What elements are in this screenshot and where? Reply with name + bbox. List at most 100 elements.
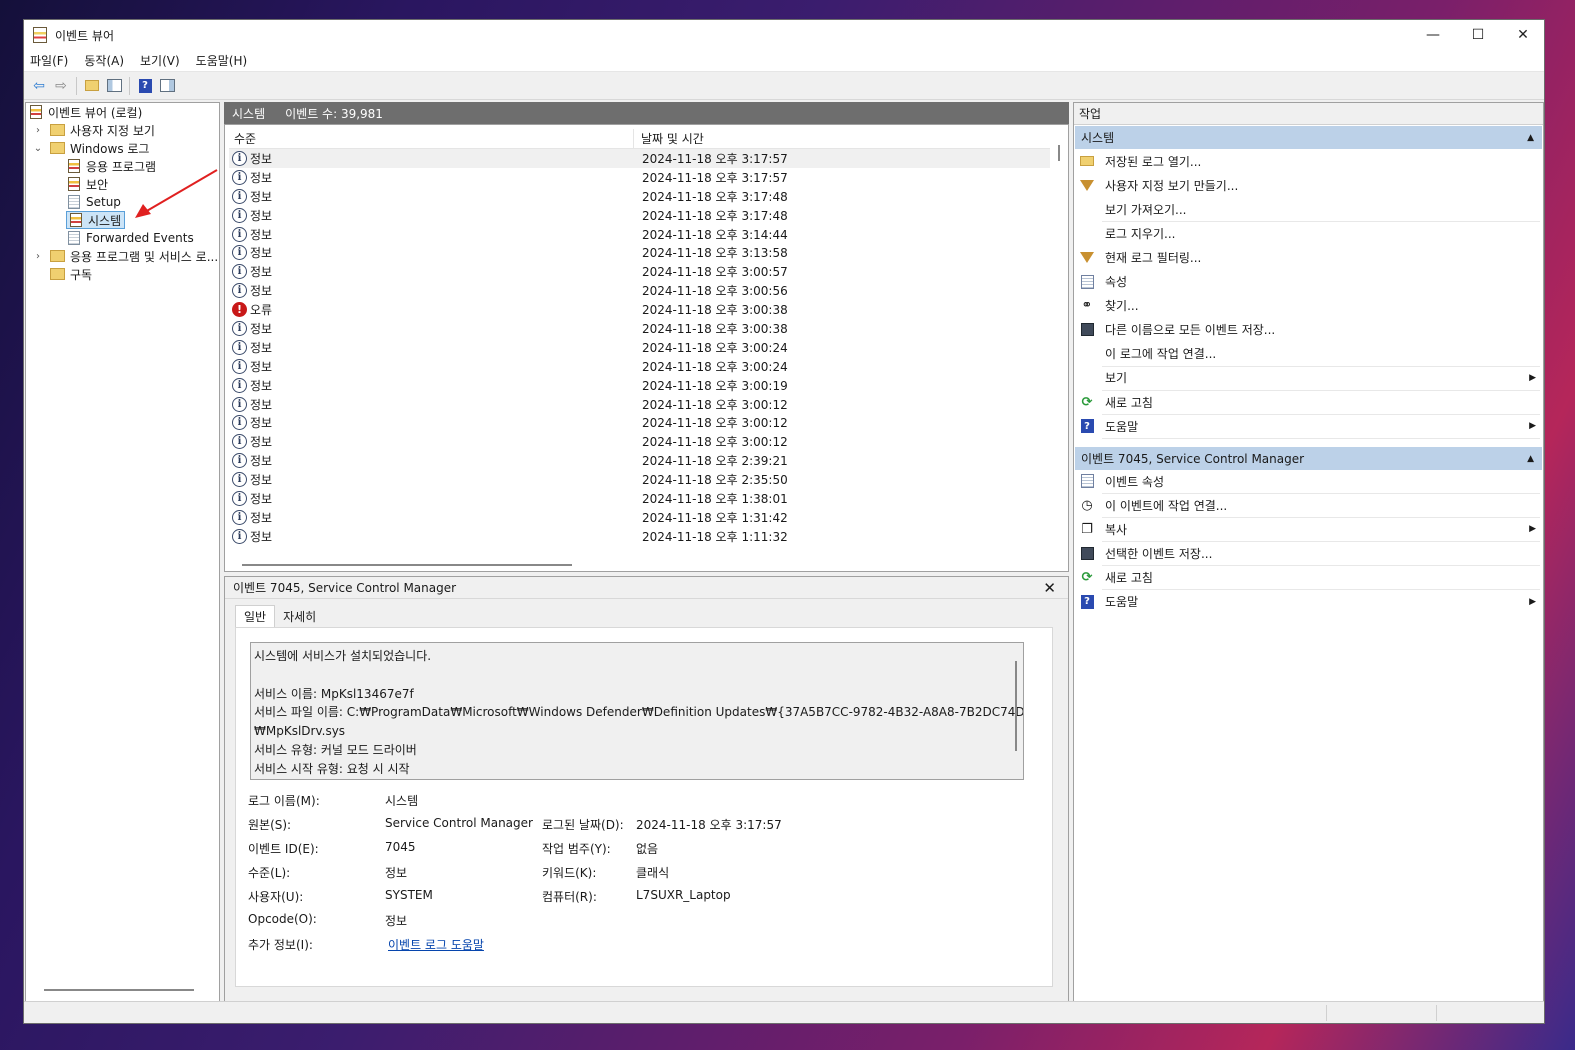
forward-icon[interactable]: ⇨ <box>52 77 70 95</box>
tree-item-system[interactable]: 시스템 <box>66 211 126 229</box>
chevron-down-icon[interactable]: ⌄ <box>32 143 44 154</box>
action-item[interactable]: ⚭ 찾기... <box>1079 295 1542 317</box>
action-item[interactable]: 선택한 이벤트 저장... <box>1079 542 1542 564</box>
event-row[interactable]: i 정보 2024-11-18 오후 3:13:58 <box>229 243 1050 262</box>
info-icon: i <box>232 377 247 393</box>
action-item[interactable]: ? 도움말 ▶ <box>1079 415 1542 437</box>
event-row[interactable]: i 정보 2024-11-18 오후 1:31:42 <box>229 508 1050 527</box>
action-item[interactable]: ⟳ 새로 고침 <box>1079 566 1542 588</box>
event-level: 정보 <box>250 510 273 525</box>
event-description[interactable]: 시스템에 서비스가 설치되었습니다. 서비스 이름: MpKsl13467e7f… <box>250 642 1024 780</box>
chevron-right-icon[interactable]: › <box>32 125 44 136</box>
tab-general[interactable]: 일반 <box>235 605 276 627</box>
tree-item-subscriptions[interactable]: 구독 <box>50 265 92 283</box>
action-label: 로그 지우기... <box>1105 226 1176 241</box>
horizontal-scrollbar[interactable] <box>242 564 572 566</box>
action-item[interactable]: 로그 지우기... <box>1079 222 1542 244</box>
tree-item-custom-views[interactable]: › 사용자 지정 보기 <box>32 121 155 139</box>
event-row[interactable]: i 정보 2024-11-18 오후 3:00:12 <box>229 413 1050 432</box>
event-row[interactable]: i 정보 2024-11-18 오후 3:00:19 <box>229 376 1050 395</box>
tree-item-forwarded-events[interactable]: Forwarded Events <box>68 229 194 247</box>
tree-item-setup[interactable]: Setup <box>68 193 121 211</box>
action-label: 복사 <box>1105 522 1128 537</box>
actions-section-event[interactable]: 이벤트 7045, Service Control Manager ▲ <box>1075 447 1542 470</box>
menu-view[interactable]: 보기(V) <box>140 52 180 69</box>
submenu-arrow-icon: ▶ <box>1529 421 1536 432</box>
info-icon: i <box>232 396 247 412</box>
tab-details[interactable]: 자세히 <box>275 605 324 627</box>
tree-root[interactable]: 이벤트 뷰어 (로컬) <box>30 103 142 121</box>
maximize-button[interactable]: ☐ <box>1455 20 1501 50</box>
close-button[interactable]: ✕ <box>1500 20 1544 50</box>
menu-file[interactable]: 파일(F) <box>30 52 68 69</box>
action-item[interactable]: 현재 로그 필터링... <box>1079 246 1542 268</box>
action-item[interactable]: ⟳ 새로 고침 <box>1079 391 1542 413</box>
collapse-icon[interactable]: ▲ <box>1527 133 1534 143</box>
show-hide-action-pane-icon[interactable] <box>158 77 176 95</box>
action-item[interactable]: 다른 이름으로 모든 이벤트 저장... <box>1079 319 1542 341</box>
tree-selection[interactable]: 시스템 <box>66 211 126 229</box>
column-header-level[interactable]: 수준 <box>229 129 634 148</box>
action-item[interactable]: ❐ 복사 ▶ <box>1079 518 1542 540</box>
show-hide-tree-icon[interactable] <box>105 77 123 95</box>
status-bar <box>24 1001 1544 1023</box>
action-item[interactable]: ? 도움말 ▶ <box>1079 591 1542 613</box>
event-row[interactable]: i 정보 2024-11-18 오후 2:39:21 <box>229 451 1050 470</box>
event-row[interactable]: i 정보 2024-11-18 오후 3:17:57 <box>229 149 1050 168</box>
event-log-help-link[interactable]: 이벤트 로그 도움말 <box>388 936 484 953</box>
info-icon: i <box>232 528 247 544</box>
action-label: 이벤트 속성 <box>1105 474 1165 489</box>
event-row[interactable]: ! 오류 2024-11-18 오후 3:00:38 <box>229 300 1050 319</box>
info-icon: i <box>232 264 247 280</box>
tree-item-security[interactable]: 보안 <box>68 175 108 193</box>
event-row[interactable]: i 정보 2024-11-18 오후 3:00:57 <box>229 262 1050 281</box>
chevron-right-icon[interactable]: › <box>32 251 44 262</box>
back-icon[interactable]: ⇦ <box>30 77 48 95</box>
action-item[interactable]: 사용자 지정 보기 만들기... <box>1079 174 1542 196</box>
actions-section-system[interactable]: 시스템 ▲ <box>1075 126 1542 149</box>
event-row[interactable]: i 정보 2024-11-18 오후 3:14:44 <box>229 225 1050 244</box>
folder-icon <box>50 142 65 154</box>
event-row[interactable]: i 정보 2024-11-18 오후 3:00:56 <box>229 281 1050 300</box>
folder-up-icon[interactable] <box>83 77 101 95</box>
menu-action[interactable]: 동작(A) <box>84 52 124 69</box>
menu-help[interactable]: 도움말(H) <box>196 52 248 69</box>
event-row[interactable]: i 정보 2024-11-18 오후 3:00:12 <box>229 432 1050 451</box>
action-item[interactable]: 보기 ▶ <box>1079 367 1542 389</box>
event-viewer-window: 이벤트 뷰어 — ☐ ✕ 파일(F) 동작(A) 보기(V) 도움말(H) ⇦ … <box>23 19 1545 1024</box>
event-row[interactable]: i 정보 2024-11-18 오후 3:17:48 <box>229 206 1050 225</box>
action-item[interactable]: 저장된 로그 열기... <box>1079 150 1542 172</box>
horizontal-scrollbar[interactable] <box>44 989 194 991</box>
close-icon[interactable]: ✕ <box>1043 579 1056 597</box>
action-separator <box>1102 438 1540 440</box>
vertical-scrollbar[interactable] <box>1058 145 1060 161</box>
filter-icon <box>1079 177 1095 193</box>
action-label: 찾기... <box>1105 299 1139 314</box>
event-row[interactable]: i 정보 2024-11-18 오후 3:00:24 <box>229 338 1050 357</box>
tree-item-windows-logs[interactable]: ⌄ Windows 로그 <box>32 139 150 157</box>
action-item[interactable]: 이벤트 속성 <box>1079 470 1542 492</box>
event-row[interactable]: i 정보 2024-11-18 오후 1:38:01 <box>229 489 1050 508</box>
event-row[interactable]: i 정보 2024-11-18 오후 3:00:24 <box>229 357 1050 376</box>
event-row[interactable]: i 정보 2024-11-18 오후 3:17:48 <box>229 187 1050 206</box>
info-icon: i <box>232 472 247 488</box>
column-header-datetime[interactable]: 날짜 및 시간 <box>634 129 704 148</box>
action-item[interactable]: ◷ 이 이벤트에 작업 연결... <box>1079 494 1542 516</box>
action-item[interactable]: 이 로그에 작업 연결... <box>1079 343 1542 365</box>
event-row[interactable]: i 정보 2024-11-18 오후 3:00:38 <box>229 319 1050 338</box>
event-level: 정보 <box>250 435 273 450</box>
minimize-button[interactable]: — <box>1410 20 1456 50</box>
collapse-icon[interactable]: ▲ <box>1527 454 1534 464</box>
event-row[interactable]: i 정보 2024-11-18 오후 3:17:57 <box>229 168 1050 187</box>
help-icon[interactable]: ? <box>136 77 154 95</box>
event-row[interactable]: i 정보 2024-11-18 오후 2:35:50 <box>229 470 1050 489</box>
tree-item-apps-services[interactable]: › 응용 프로그램 및 서비스 로... <box>32 247 218 265</box>
event-row[interactable]: i 정보 2024-11-18 오후 1:11:32 <box>229 527 1050 546</box>
action-item[interactable]: 보기 가져오기... <box>1079 198 1542 220</box>
action-item[interactable]: 속성 <box>1079 271 1542 293</box>
vertical-scrollbar[interactable] <box>1015 661 1017 751</box>
binoculars-icon: ⚭ <box>1081 298 1093 314</box>
title-bar: 이벤트 뷰어 — ☐ ✕ <box>24 20 1544 50</box>
event-row[interactable]: i 정보 2024-11-18 오후 3:00:12 <box>229 395 1050 414</box>
action-label: 도움말 <box>1105 419 1139 434</box>
